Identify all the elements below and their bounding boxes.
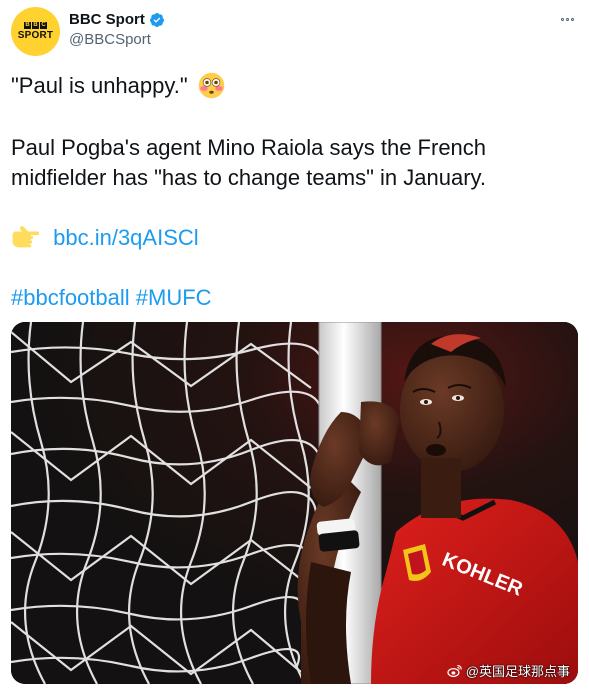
weibo-icon [447, 664, 462, 677]
author-display-name[interactable]: BBC Sport [69, 11, 145, 28]
weibo-watermark: @英国足球那点事 [447, 661, 570, 680]
author-name-row: BBC Sport [69, 11, 165, 28]
author-avatar[interactable]: B B C SPORT [11, 7, 60, 56]
tweet-line-2: Paul Pogba's agent Mino Raiola says the … [11, 135, 487, 160]
tweet-line-3: midfielder has "has to change teams" in … [11, 165, 487, 190]
avatar-sport-label: SPORT [17, 30, 54, 41]
bbc-letter-b1: B [24, 22, 31, 29]
tweet-card: B B C SPORT BBC Sport @BBCSport "Paul is… [0, 0, 589, 689]
hashtag-mufc[interactable]: #MUFC [136, 285, 212, 310]
bbc-letter-b2: B [32, 22, 39, 29]
tweet-line-quote: "Paul is unhappy." [11, 72, 225, 100]
verified-badge-icon [149, 12, 164, 27]
pointing-right-icon [12, 226, 39, 248]
flushed-face-icon [198, 72, 225, 98]
footballer-at-goalpost-image: KOHLER [11, 322, 578, 684]
watermark-text: @英国足球那点事 [465, 664, 570, 679]
article-link[interactable]: bbc.in/3qAISCl [53, 225, 199, 250]
tweet-link-line: bbc.in/3qAISCl [11, 224, 199, 252]
tweet-quote-text: "Paul is unhappy." [11, 73, 188, 98]
hashtag-line: #bbcfootball #MUFC [11, 284, 212, 312]
bbc-logo-blocks: B B C [24, 22, 47, 29]
more-options-icon[interactable] [556, 12, 578, 26]
hashtag-bbcfootball[interactable]: #bbcfootball [11, 285, 130, 310]
tweet-photo[interactable]: KOHLER @英国足球那点事 [11, 322, 578, 684]
bbc-letter-c: C [40, 22, 47, 29]
author-handle[interactable]: @BBCSport [69, 31, 151, 48]
